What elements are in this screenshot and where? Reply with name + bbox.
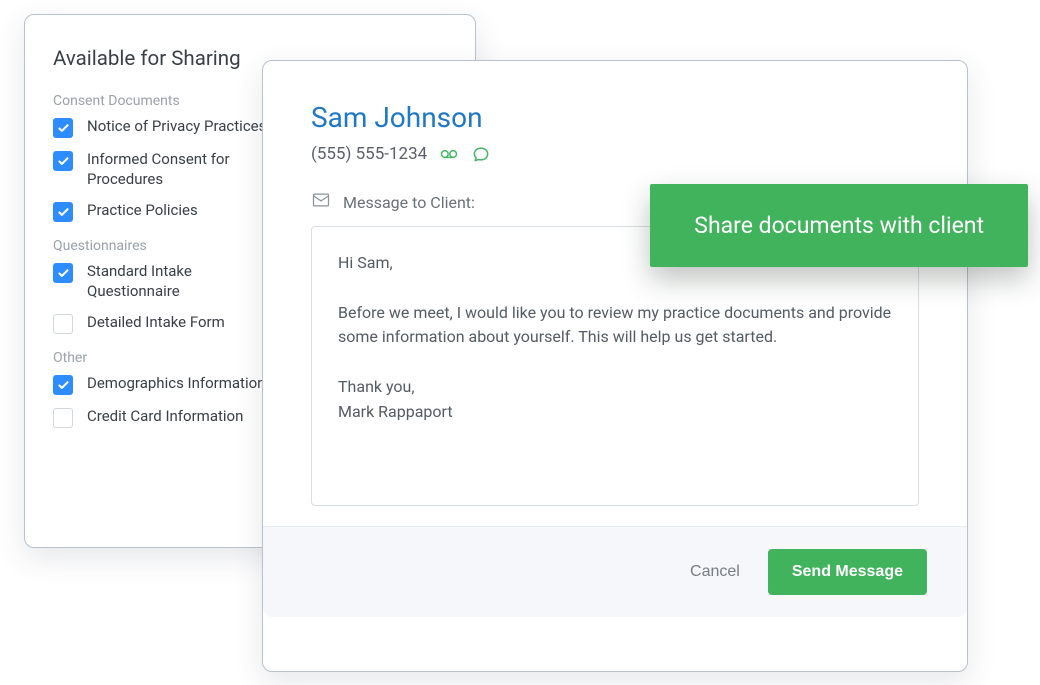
cancel-button[interactable]: Cancel xyxy=(690,563,740,581)
check-icon xyxy=(53,263,73,283)
message-footer: Cancel Send Message xyxy=(263,526,967,617)
checkbox-label: Practice Policies xyxy=(87,201,198,221)
voicemail-icon xyxy=(439,144,459,164)
phone-number: (555) 555-1234 xyxy=(311,144,427,164)
client-name: Sam Johnson xyxy=(311,101,919,134)
chat-icon xyxy=(471,144,491,164)
message-panel: Sam Johnson (555) 555-1234 Message to Cl… xyxy=(262,60,968,672)
send-message-button[interactable]: Send Message xyxy=(768,549,927,595)
checkbox-label: Detailed Intake Form xyxy=(87,313,225,333)
check-icon xyxy=(53,375,73,395)
check-icon xyxy=(53,118,73,138)
message-body-area: Sam Johnson (555) 555-1234 Message to Cl… xyxy=(263,61,967,526)
message-textarea[interactable]: Hi Sam, Before we meet, I would like you… xyxy=(311,226,919,506)
share-documents-banner[interactable]: Share documents with client xyxy=(650,184,1028,267)
check-icon xyxy=(53,202,73,222)
phone-row: (555) 555-1234 xyxy=(311,144,919,164)
checkbox-label: Informed Consent for Procedures xyxy=(87,150,267,189)
mail-icon xyxy=(311,190,331,214)
checkbox-label: Credit Card Information xyxy=(87,407,243,427)
check-icon xyxy=(53,314,73,334)
checkbox-label: Demographics Information xyxy=(87,374,265,394)
check-icon xyxy=(53,408,73,428)
check-icon xyxy=(53,151,73,171)
checkbox-label: Notice of Privacy Practices xyxy=(87,117,266,137)
checkbox-label: Standard Intake Questionnaire xyxy=(87,262,267,301)
message-label: Message to Client: xyxy=(343,193,475,212)
